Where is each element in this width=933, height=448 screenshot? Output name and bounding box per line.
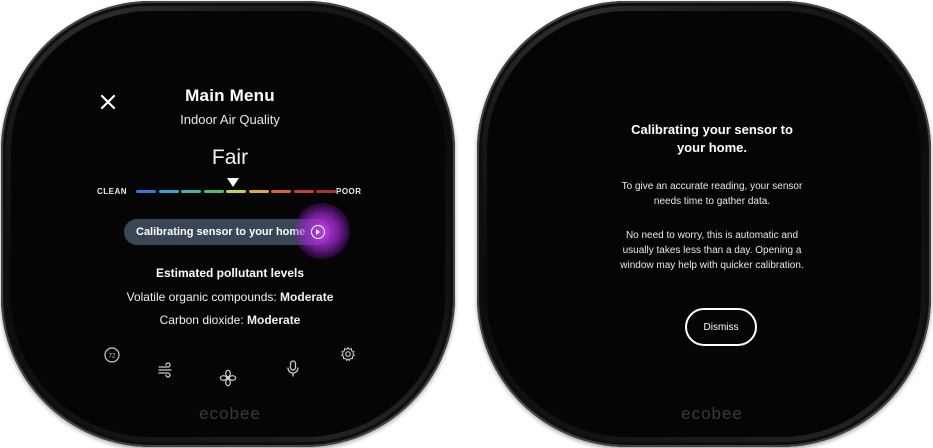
dialog-p2-line-3: window may help with quicker calibration… [620,260,804,271]
scale-segment [316,190,336,193]
dialog-p1-line-1: To give an accurate reading, your sensor [621,181,803,192]
scale-segment [248,190,269,193]
dialog-p2-line-1: No need to worry, this is automatic and [625,230,799,241]
microphone-icon[interactable] [286,360,300,378]
estimated-heading: Estimated pollutant levels [155,266,305,280]
dialog-title: Calibrating your sensor to your home. [582,121,842,157]
scale-segment [271,190,291,193]
thermostat-device-right [477,1,931,447]
scale-segment [293,190,314,193]
dialog-paragraph-1: To give an accurate reading, your sensor… [582,179,842,209]
scale-segment [136,190,156,193]
dialog-title-line-1: Calibrating your sensor to [631,122,793,137]
screen-right [487,11,921,437]
brand-logo-right: ecobee [681,404,743,423]
scale-segment [181,190,201,193]
air-quality-icon[interactable] [157,362,175,378]
scale-label-clean: CLEAN [97,187,128,196]
dialog-p2-line-2: usually takes less than a day. Opening a [622,245,802,256]
close-icon[interactable] [98,92,118,112]
dismiss-button[interactable]: Dismiss [685,308,757,346]
co2-line: Carbon dioxide: Moderate [130,313,330,327]
dialog-p1-line-2: needs time to gather data. [653,196,771,207]
gear-icon[interactable] [340,346,356,362]
air-quality-rating: Fair [211,146,249,169]
page-subtitle: Indoor Air Quality [180,112,280,127]
thermostat-icon[interactable]: 72 [104,347,120,363]
voc-label: Volatile organic compounds: [126,290,281,304]
thermostat-icon-text: 72 [109,354,116,360]
scale-segment [203,190,224,193]
voc-line: Volatile organic compounds: Moderate [100,290,360,304]
co2-label: Carbon dioxide: [159,313,248,327]
voc-value: Moderate [280,290,334,304]
calibration-pill-label: Calibrating sensor to your home [136,226,306,238]
dialog-paragraph-2: No need to worry, this is automatic and … [582,228,842,273]
fan-icon[interactable] [219,369,237,387]
co2-value: Moderate [247,313,301,327]
scale-marker [227,178,239,187]
dismiss-button-label: Dismiss [703,321,739,333]
chevron-right-icon[interactable] [311,225,325,239]
page-title: Main Menu [185,86,275,105]
scale-label-poor: POOR [336,187,362,196]
brand-logo-left: ecobee [199,404,261,423]
dialog-title-line-2: your home. [676,140,748,155]
scale-segment [158,190,179,193]
scale-segment [226,190,246,193]
